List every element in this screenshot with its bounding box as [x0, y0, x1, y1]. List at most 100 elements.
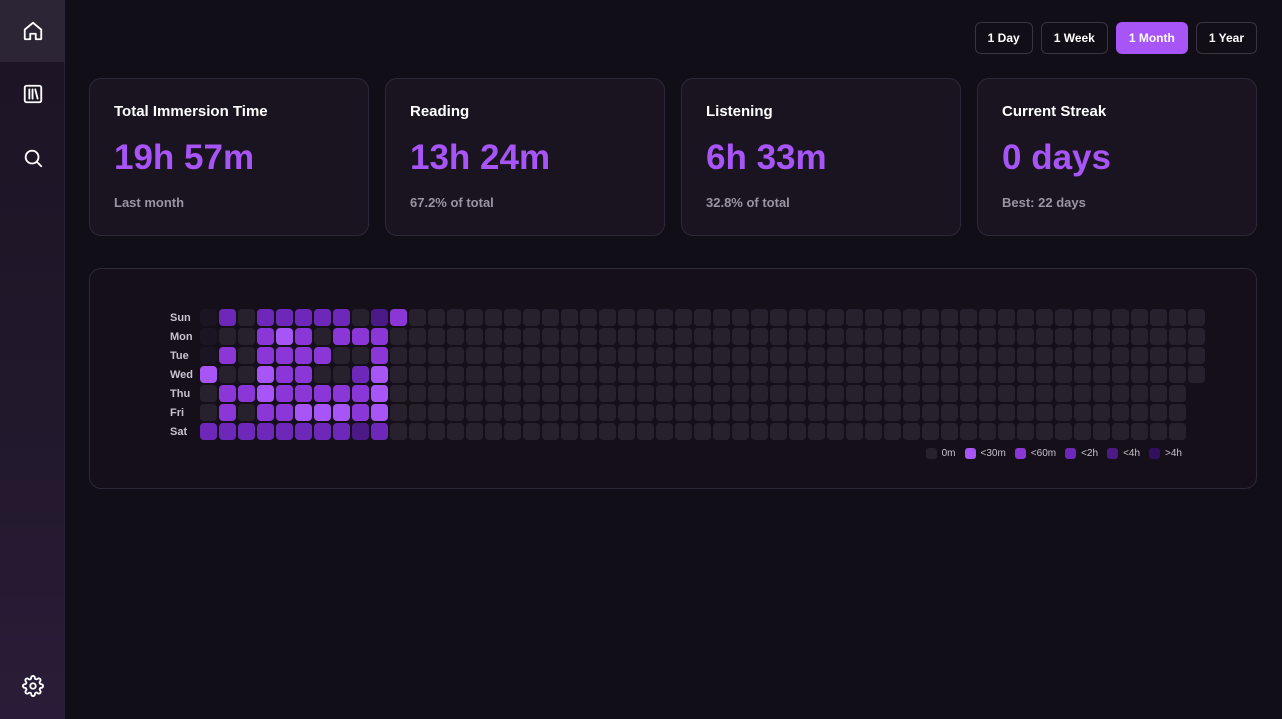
heatmap-cell[interactable] [1036, 404, 1053, 421]
heatmap-cell[interactable] [1093, 328, 1110, 345]
heatmap-cell[interactable] [827, 309, 844, 326]
heatmap-cell[interactable] [732, 309, 749, 326]
heatmap-cell[interactable] [998, 328, 1015, 345]
heatmap-cell[interactable] [257, 309, 274, 326]
heatmap-cell[interactable] [200, 385, 217, 402]
heatmap-cell[interactable] [1055, 404, 1072, 421]
heatmap-cell[interactable] [618, 404, 635, 421]
heatmap-cell[interactable] [1093, 423, 1110, 440]
heatmap-cell[interactable] [390, 309, 407, 326]
heatmap-cell[interactable] [409, 328, 426, 345]
heatmap-cell[interactable] [1150, 347, 1167, 364]
heatmap-cell[interactable] [732, 423, 749, 440]
heatmap-cell[interactable] [694, 328, 711, 345]
heatmap-cell[interactable] [827, 385, 844, 402]
heatmap-cell[interactable] [808, 309, 825, 326]
heatmap-cell[interactable] [257, 328, 274, 345]
heatmap-cell[interactable] [751, 404, 768, 421]
heatmap-cell[interactable] [219, 309, 236, 326]
heatmap-cell[interactable] [751, 423, 768, 440]
heatmap-cell[interactable] [789, 404, 806, 421]
heatmap-cell[interactable] [808, 423, 825, 440]
heatmap-cell[interactable] [941, 404, 958, 421]
heatmap-cell[interactable] [960, 366, 977, 383]
heatmap-cell[interactable] [447, 366, 464, 383]
heatmap-cell[interactable] [504, 366, 521, 383]
heatmap-cell[interactable] [580, 385, 597, 402]
heatmap-cell[interactable] [561, 309, 578, 326]
heatmap-cell[interactable] [827, 328, 844, 345]
heatmap-cell[interactable] [998, 385, 1015, 402]
heatmap-cell[interactable] [599, 309, 616, 326]
heatmap-cell[interactable] [371, 385, 388, 402]
heatmap-cell[interactable] [884, 366, 901, 383]
heatmap-cell[interactable] [257, 404, 274, 421]
heatmap-cell[interactable] [618, 309, 635, 326]
heatmap-cell[interactable] [561, 347, 578, 364]
heatmap-cell[interactable] [523, 328, 540, 345]
heatmap-cell[interactable] [808, 328, 825, 345]
heatmap-cell[interactable] [333, 366, 350, 383]
heatmap-cell[interactable] [637, 328, 654, 345]
heatmap-cell[interactable] [1093, 309, 1110, 326]
heatmap-cell[interactable] [751, 309, 768, 326]
heatmap-cell[interactable] [466, 366, 483, 383]
heatmap-cell[interactable] [1169, 385, 1186, 402]
heatmap-cell[interactable] [656, 309, 673, 326]
heatmap-cell[interactable] [808, 385, 825, 402]
heatmap-cell[interactable] [523, 385, 540, 402]
heatmap-cell[interactable] [352, 347, 369, 364]
heatmap-cell[interactable] [1131, 423, 1148, 440]
heatmap-cell[interactable] [314, 347, 331, 364]
heatmap-cell[interactable] [314, 328, 331, 345]
heatmap-cell[interactable] [1169, 309, 1186, 326]
heatmap-cell[interactable] [295, 423, 312, 440]
heatmap-cell[interactable] [846, 423, 863, 440]
heatmap-cell[interactable] [257, 347, 274, 364]
heatmap-cell[interactable] [960, 328, 977, 345]
heatmap-cell[interactable] [219, 328, 236, 345]
heatmap-cell[interactable] [884, 404, 901, 421]
heatmap-cell[interactable] [219, 404, 236, 421]
heatmap-cell[interactable] [694, 404, 711, 421]
heatmap-cell[interactable] [447, 347, 464, 364]
heatmap-cell[interactable] [314, 423, 331, 440]
heatmap-cell[interactable] [295, 347, 312, 364]
heatmap-cell[interactable] [637, 423, 654, 440]
heatmap-cell[interactable] [352, 309, 369, 326]
heatmap-cell[interactable] [675, 423, 692, 440]
heatmap-cell[interactable] [713, 309, 730, 326]
heatmap-cell[interactable] [789, 385, 806, 402]
heatmap-cell[interactable] [238, 423, 255, 440]
heatmap-cell[interactable] [599, 404, 616, 421]
heatmap-cell[interactable] [1150, 423, 1167, 440]
heatmap-cell[interactable] [846, 404, 863, 421]
heatmap-cell[interactable] [713, 366, 730, 383]
heatmap-cell[interactable] [314, 309, 331, 326]
heatmap-cell[interactable] [352, 366, 369, 383]
heatmap-cell[interactable] [979, 385, 996, 402]
heatmap-cell[interactable] [1074, 309, 1091, 326]
heatmap-cell[interactable] [941, 347, 958, 364]
heatmap-cell[interactable] [219, 366, 236, 383]
heatmap-cell[interactable] [447, 328, 464, 345]
heatmap-cell[interactable] [808, 366, 825, 383]
heatmap-cell[interactable] [960, 347, 977, 364]
heatmap-cell[interactable] [599, 366, 616, 383]
heatmap-cell[interactable] [466, 309, 483, 326]
heatmap-cell[interactable] [599, 423, 616, 440]
heatmap-cell[interactable] [1112, 366, 1129, 383]
heatmap-cell[interactable] [485, 366, 502, 383]
heatmap-cell[interactable] [466, 404, 483, 421]
heatmap-cell[interactable] [865, 423, 882, 440]
heatmap-cell[interactable] [846, 385, 863, 402]
heatmap-cell[interactable] [751, 366, 768, 383]
heatmap-cell[interactable] [371, 423, 388, 440]
heatmap-cell[interactable] [846, 347, 863, 364]
heatmap-cell[interactable] [333, 404, 350, 421]
heatmap-cell[interactable] [865, 309, 882, 326]
heatmap-cell[interactable] [1131, 309, 1148, 326]
heatmap-cell[interactable] [409, 423, 426, 440]
heatmap-cell[interactable] [580, 404, 597, 421]
heatmap-cell[interactable] [561, 385, 578, 402]
